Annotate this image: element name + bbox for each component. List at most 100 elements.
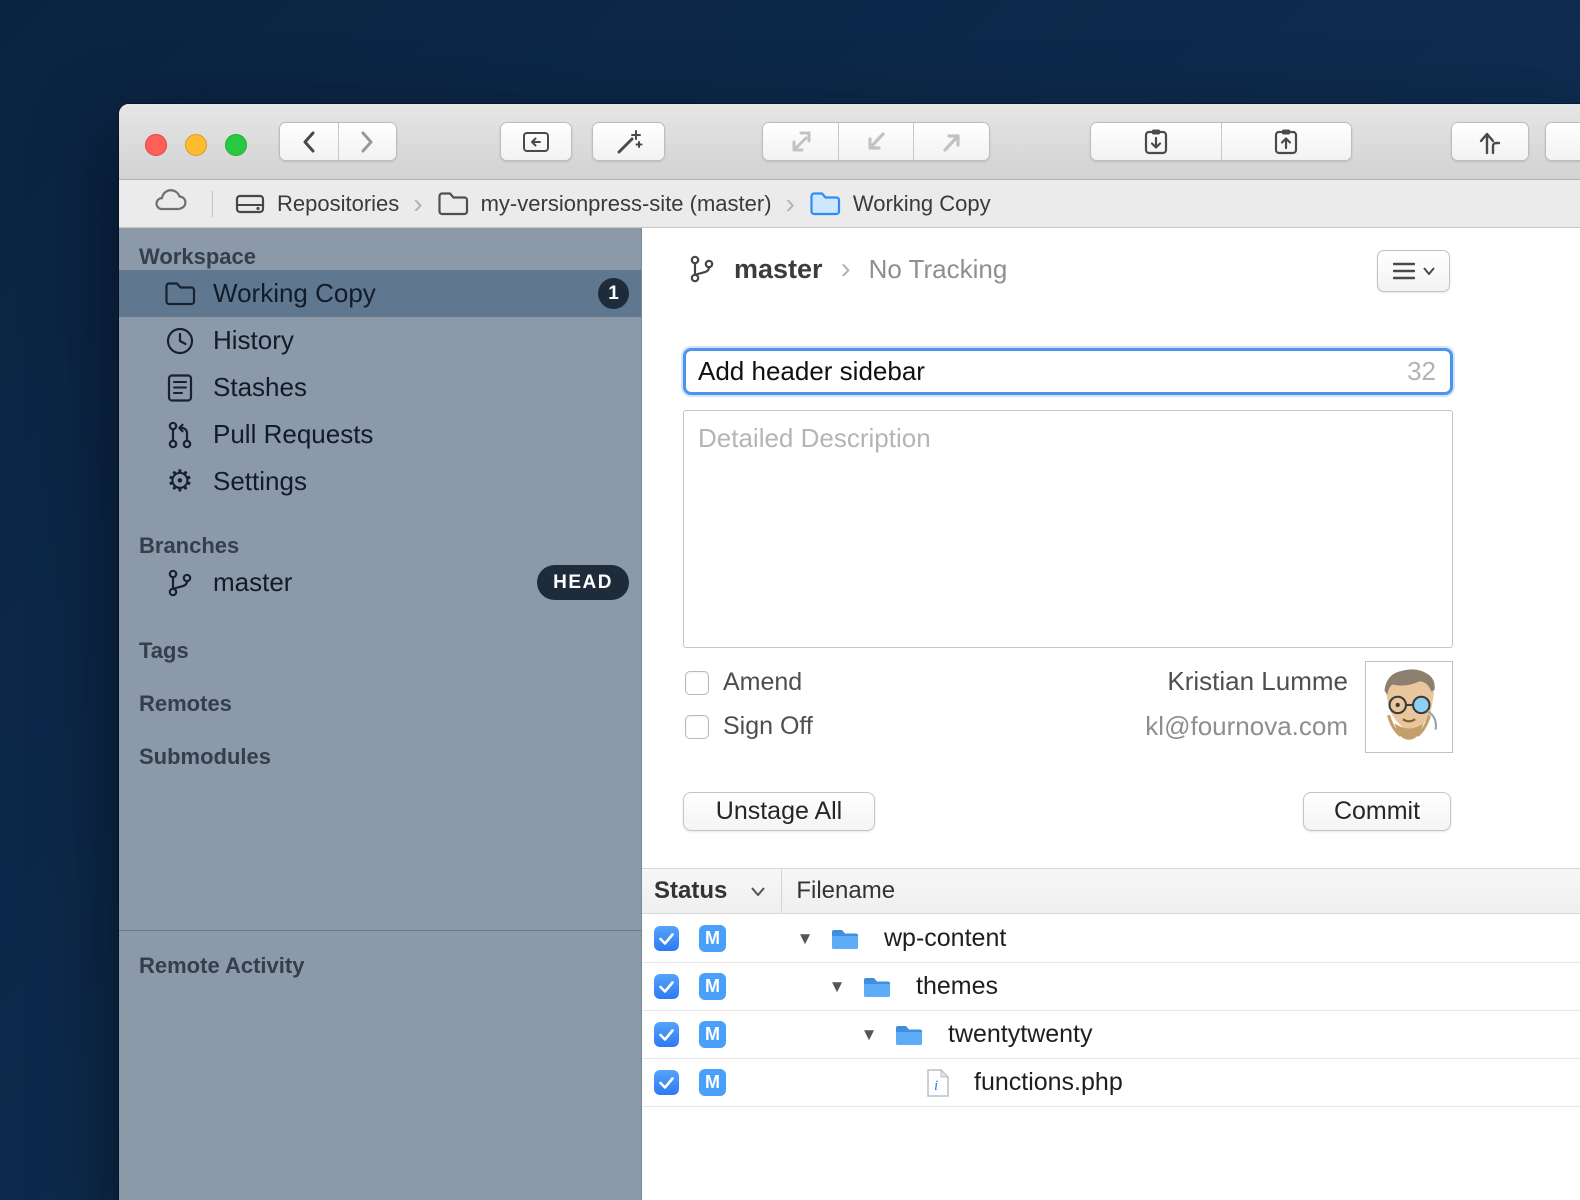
disclosure-triangle-icon[interactable]: ▼	[824, 977, 850, 997]
breadcrumb-repositories[interactable]: Repositories	[235, 191, 399, 217]
breadcrumb-working-copy-label: Working Copy	[853, 191, 991, 217]
file-name: wp-content	[884, 924, 1006, 953]
commit-button[interactable]: Commit	[1303, 792, 1451, 831]
sidebar-item-settings[interactable]: ⚙ Settings	[119, 458, 641, 505]
app-window: Repositories › my-versionpress-site (mas…	[119, 104, 1580, 1200]
sidebar-section-workspace: Workspace	[139, 244, 641, 270]
sign-off-checkbox[interactable]	[685, 715, 709, 739]
sidebar-item-working-copy[interactable]: Working Copy 1	[119, 270, 641, 317]
author-email: kl@fournova.com	[982, 711, 1348, 742]
svg-text:i: i	[934, 1078, 938, 1094]
status-badge: M	[699, 1021, 726, 1048]
author-name: Kristian Lumme	[982, 666, 1348, 697]
push-button[interactable]	[913, 123, 989, 160]
traffic-lights	[145, 134, 247, 156]
breadcrumb-repo[interactable]: my-versionpress-site (master)	[437, 191, 772, 217]
folder-icon	[437, 191, 469, 217]
file-table-body: M▼wp-contentM▼themesM▼twentytwentyM▼ifun…	[642, 915, 1580, 1200]
stash-save-icon	[1143, 128, 1169, 156]
chevron-separator-icon: ›	[413, 190, 422, 218]
sidebar-item-pull-requests[interactable]: Pull Requests	[119, 411, 641, 458]
sidebar-item-label: master	[213, 567, 292, 598]
avatar[interactable]	[1365, 661, 1453, 753]
commit-subject-wrapper: 32	[683, 348, 1453, 395]
minimize-window-button[interactable]	[185, 134, 207, 156]
commit-subject-input[interactable]	[686, 356, 1407, 387]
tracking-status-label[interactable]: No Tracking	[869, 254, 1008, 285]
sign-off-row: Sign Off	[685, 712, 813, 741]
gear-icon: ⚙	[163, 467, 197, 497]
apply-stash-button[interactable]	[1221, 123, 1352, 160]
amend-row: Amend	[685, 668, 802, 697]
folder-icon	[894, 1023, 924, 1047]
sidebar-item-stashes[interactable]: Stashes	[119, 364, 641, 411]
save-stash-button[interactable]	[1091, 123, 1221, 160]
file-row[interactable]: M▼ifunctions.php	[642, 1059, 1580, 1107]
arrow-corner-icon	[787, 129, 813, 155]
breadcrumb-working-copy[interactable]: Working Copy	[809, 191, 991, 217]
open-panel-button[interactable]	[501, 123, 571, 160]
sidebar-section-remote-activity: Remote Activity	[139, 953, 641, 979]
breadcrumb-divider	[212, 191, 213, 217]
sidebar: Workspace Working Copy 1 History	[119, 228, 642, 1200]
sidebar-item-label: Stashes	[213, 372, 307, 403]
sidebar-item-label: Settings	[213, 466, 307, 497]
file-row[interactable]: M▼twentytwenty	[642, 1011, 1580, 1059]
close-window-button[interactable]	[145, 134, 167, 156]
profile-button[interactable]	[1546, 123, 1580, 160]
sidebar-section-tags[interactable]: Tags	[139, 638, 641, 664]
cloud-icon[interactable]	[152, 187, 190, 221]
status-badge: M	[699, 925, 726, 952]
toolbar	[119, 104, 1580, 180]
folder-icon	[830, 927, 860, 951]
status-badge: M	[699, 973, 726, 1000]
sidebar-section-submodules[interactable]: Submodules	[139, 744, 641, 770]
stash-group	[1090, 122, 1352, 161]
stage-checkbox[interactable]	[654, 1022, 679, 1047]
panel-arrow-icon	[522, 130, 550, 154]
char-count: 32	[1407, 356, 1450, 387]
magic-wand-icon	[615, 129, 643, 155]
quick-actions-group	[592, 122, 665, 161]
profile-group	[1545, 122, 1580, 161]
view-options-button[interactable]	[1377, 250, 1450, 292]
upload-icon	[1477, 128, 1503, 156]
sidebar-item-label: Pull Requests	[213, 419, 373, 450]
forward-button[interactable]	[338, 123, 397, 160]
fetch-button[interactable]	[763, 123, 838, 160]
status-filter-dropdown[interactable]	[751, 887, 765, 896]
disclosure-triangle-icon[interactable]: ▼	[792, 929, 818, 949]
sign-off-label: Sign Off	[723, 712, 813, 741]
chevron-down-icon	[1423, 267, 1435, 275]
sidebar-item-label: Working Copy	[213, 278, 376, 309]
arrow-up-right-icon	[939, 129, 965, 155]
back-button[interactable]	[280, 123, 338, 160]
status-column-header[interactable]: Status	[642, 877, 727, 905]
file-row[interactable]: M ▼ themes	[642, 963, 1580, 1011]
quick-actions-button[interactable]	[593, 123, 664, 160]
breadcrumb-repositories-label: Repositories	[277, 191, 399, 217]
commit-description-textarea[interactable]	[683, 410, 1453, 648]
head-badge: HEAD	[537, 565, 629, 600]
upload-button[interactable]	[1452, 123, 1528, 160]
disclosure-triangle-icon[interactable]: ▼	[856, 1025, 882, 1045]
stage-checkbox[interactable]	[654, 1070, 679, 1095]
sidebar-item-master[interactable]: master HEAD	[119, 559, 641, 606]
current-branch-label[interactable]: master	[734, 254, 823, 285]
file-row[interactable]: M ▼ wp-content	[642, 915, 1580, 963]
folder-icon	[862, 975, 892, 999]
sidebar-section-remotes[interactable]: Remotes	[139, 691, 641, 717]
open-repo-group	[500, 122, 572, 161]
unstage-all-button[interactable]: Unstage All	[683, 792, 875, 831]
stage-checkbox[interactable]	[654, 974, 679, 999]
sidebar-item-history[interactable]: History	[119, 317, 641, 364]
amend-label: Amend	[723, 668, 802, 697]
pull-button[interactable]	[838, 123, 914, 160]
stage-checkbox[interactable]	[654, 926, 679, 951]
filename-column-header[interactable]: Filename	[796, 877, 895, 905]
file-name: themes	[916, 972, 998, 1001]
file-name: functions.php	[974, 1068, 1123, 1097]
amend-checkbox[interactable]	[685, 671, 709, 695]
zoom-window-button[interactable]	[225, 134, 247, 156]
clock-icon	[163, 326, 197, 356]
